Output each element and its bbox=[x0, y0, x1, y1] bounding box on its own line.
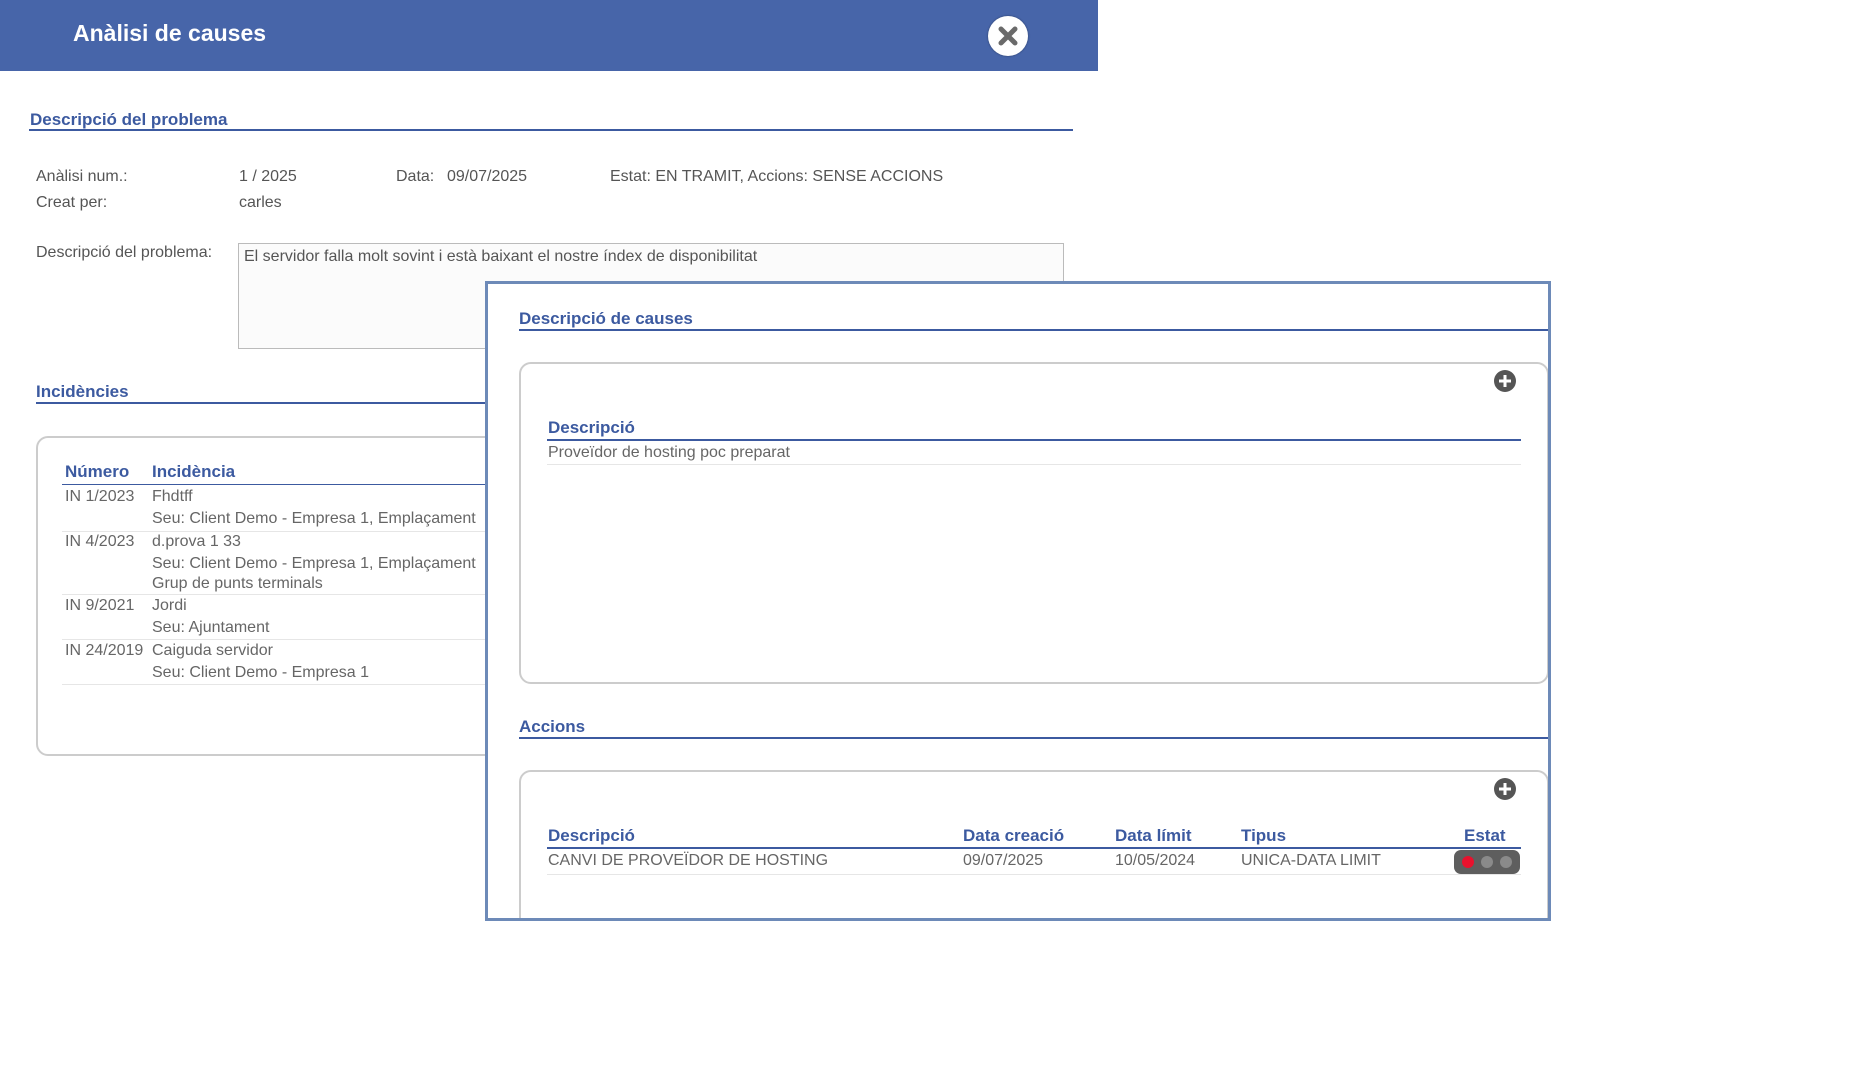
status-off-dot bbox=[1481, 856, 1493, 868]
actions-header-rule bbox=[547, 847, 1521, 849]
incidents-col-incident: Incidència bbox=[152, 462, 236, 481]
problem-section-rule bbox=[29, 129, 1073, 131]
incident-location: Seu: Client Demo - Empresa 1 bbox=[152, 664, 369, 681]
incident-number[interactable]: IN 4/2023 bbox=[65, 533, 134, 551]
incidents-section-title: Incidències bbox=[36, 382, 129, 401]
add-cause-button[interactable] bbox=[1493, 369, 1517, 393]
incident-title[interactable]: Jordi bbox=[152, 597, 187, 615]
date-value: 09/07/2025 bbox=[447, 168, 528, 185]
actions-col-status: Estat bbox=[1464, 826, 1506, 845]
incident-title[interactable]: Fhdtff bbox=[152, 488, 193, 506]
row-divider bbox=[547, 874, 1521, 875]
status-off-dot bbox=[1500, 856, 1512, 868]
incident-location: Seu: Client Demo - Empresa 1, Emplaçamen… bbox=[152, 555, 476, 572]
actions-panel: Descripció Data creació Data límit Tipus… bbox=[519, 770, 1548, 918]
causes-section-rule bbox=[519, 329, 1548, 331]
incident-title[interactable]: Caiguda servidor bbox=[152, 642, 273, 660]
date-label: Data: bbox=[396, 168, 435, 185]
incident-title[interactable]: d.prova 1 33 bbox=[152, 533, 241, 551]
incidents-col-number: Número bbox=[65, 462, 130, 481]
row-divider bbox=[547, 464, 1521, 465]
actions-col-type: Tipus bbox=[1241, 826, 1287, 845]
close-icon bbox=[998, 26, 1018, 46]
causes-header-rule bbox=[547, 439, 1521, 441]
causes-panel: Descripció Proveïdor de hosting poc prep… bbox=[519, 362, 1548, 684]
incident-number[interactable]: IN 24/2019 bbox=[65, 642, 143, 660]
row-divider bbox=[62, 684, 492, 685]
problem-section-title: Descripció del problema bbox=[30, 110, 228, 129]
created-by-value: carles bbox=[239, 194, 282, 211]
actions-section-title: Accions bbox=[519, 717, 586, 736]
actions-col-limit: Data límit bbox=[1115, 826, 1192, 845]
action-description[interactable]: CANVI DE PROVEÏDOR DE HOSTING bbox=[548, 852, 828, 870]
status-text: Estat: EN TRAMIT, Accions: SENSE ACCIONS bbox=[610, 168, 944, 185]
incidents-section-rule bbox=[36, 402, 496, 404]
incident-location: Seu: Client Demo - Empresa 1, Emplaçamen… bbox=[152, 510, 476, 527]
add-action-button[interactable] bbox=[1493, 777, 1517, 801]
analysis-number-value: 1 / 2025 bbox=[239, 168, 297, 185]
close-button[interactable] bbox=[988, 16, 1028, 56]
problem-description-label: Descripció del problema: bbox=[36, 244, 213, 261]
action-type: UNICA-DATA LIMIT bbox=[1241, 852, 1381, 869]
incident-location: Grup de punts terminals bbox=[152, 575, 323, 592]
actions-col-created: Data creació bbox=[963, 826, 1065, 845]
created-by-label: Creat per: bbox=[36, 194, 108, 211]
action-created-date: 09/07/2025 bbox=[963, 852, 1044, 869]
status-traffic-light[interactable] bbox=[1454, 850, 1520, 874]
status-red-dot bbox=[1462, 856, 1474, 868]
dialog-title: Anàlisi de causes bbox=[73, 20, 267, 46]
incident-number[interactable]: IN 9/2021 bbox=[65, 597, 134, 615]
actions-col-description: Descripció bbox=[548, 826, 635, 845]
incidents-header-rule bbox=[62, 484, 492, 485]
action-limit-date: 10/05/2024 bbox=[1115, 852, 1196, 869]
analysis-number-label: Anàlisi num.: bbox=[36, 168, 128, 185]
row-divider bbox=[62, 639, 492, 640]
row-divider bbox=[62, 531, 492, 532]
problem-description-text: El servidor falla molt sovint i està bai… bbox=[244, 248, 758, 265]
incident-number[interactable]: IN 1/2023 bbox=[65, 488, 134, 506]
actions-section-rule bbox=[519, 737, 1548, 739]
plus-circle-icon bbox=[1494, 370, 1516, 392]
causes-overlay-panel: Descripció de causes Descripció Proveïdo… bbox=[485, 281, 1551, 921]
incident-location: Seu: Ajuntament bbox=[152, 619, 270, 636]
row-divider bbox=[62, 594, 492, 595]
plus-circle-icon bbox=[1494, 778, 1516, 800]
causes-section-title: Descripció de causes bbox=[519, 309, 693, 328]
causes-col-description: Descripció bbox=[548, 418, 635, 437]
dialog-title-bar: Anàlisi de causes bbox=[0, 0, 1098, 71]
cause-description[interactable]: Proveïdor de hosting poc preparat bbox=[548, 444, 790, 462]
